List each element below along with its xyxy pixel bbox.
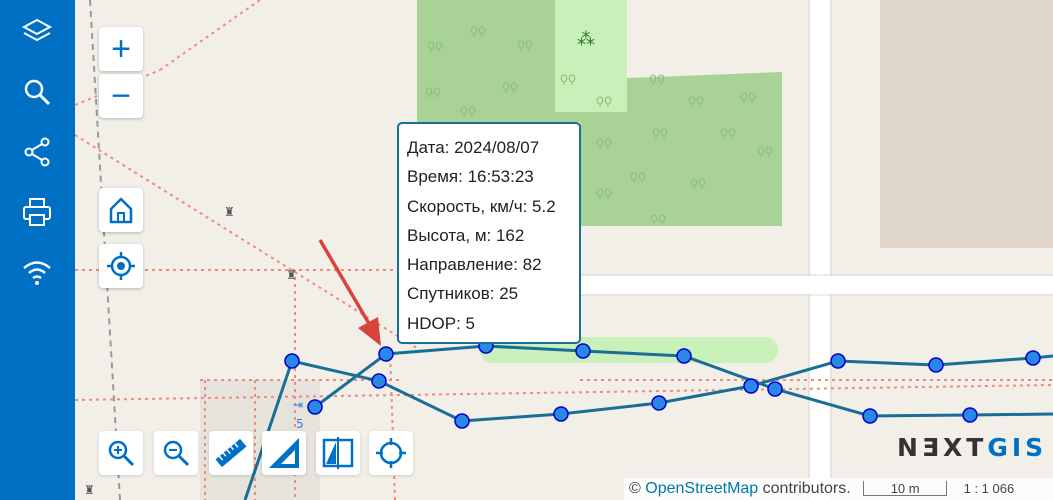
zoom-out-label: − [111,77,131,115]
layers-button[interactable] [12,12,62,52]
ruler-icon [215,438,247,468]
search-button[interactable] [12,72,62,112]
track-point[interactable] [830,353,846,369]
layers-icon [21,18,53,42]
svg-text:ϙϙ: ϙϙ [757,143,773,158]
track-point[interactable] [651,395,667,411]
track-point-selected[interactable] [378,346,394,362]
copyright-symbol: © [629,480,641,497]
share-button[interactable] [12,132,62,172]
logo-accent: GIS [987,433,1048,462]
nextgis-logo: NƎXTGIS [897,433,1047,462]
track-point[interactable] [371,373,387,389]
track-point-popup: Дата: 2024/08/07 Время: 16:53:23 Скорост… [397,122,581,344]
track-point[interactable] [928,357,944,373]
openstreetmap-link[interactable]: OpenStreetMap [645,480,758,497]
road-horizontal [580,276,1053,294]
track-point[interactable] [1025,350,1041,366]
track-point[interactable] [454,413,470,429]
svg-text:ϙϙ: ϙϙ [740,89,756,104]
zoom-in-button[interactable]: + [99,27,143,71]
entrance-icon: ⇥ [293,398,303,412]
sidebar [0,0,75,500]
svg-text:ϙϙ: ϙϙ [596,93,612,108]
track-point[interactable] [962,407,978,423]
zoom-in-box-tool[interactable] [99,431,143,475]
svg-text:ϙϙ: ϙϙ [460,103,476,118]
zoom-in-label: + [111,30,131,68]
zoom-out-magnifier-icon [163,440,190,467]
svg-text:ϙϙ: ϙϙ [650,211,666,226]
waste-basket-icon: ♜ [224,205,235,219]
popup-satellites: Спутников: 25 [407,284,519,304]
split-compare-icon [322,437,354,469]
track-point[interactable] [676,348,692,364]
house-number-label: 5 [296,417,304,431]
track-point[interactable] [575,343,591,359]
svg-text:ϙϙ: ϙϙ [690,175,706,190]
zoom-out-box-tool[interactable] [154,431,198,475]
track-point[interactable] [553,406,569,422]
track-point[interactable] [284,353,300,369]
svg-text:ϙϙ: ϙϙ [596,185,612,200]
waste-basket-icon: ♜ [84,483,95,497]
park-area-light [555,0,627,112]
svg-text:ϙϙ: ϙϙ [425,84,441,99]
home-button[interactable] [99,188,143,232]
wifi-icon [23,261,51,285]
zoom-in-magnifier-icon [108,440,135,467]
swipe-compare-tool[interactable] [316,431,360,475]
popup-hdop: HDOP: 5 [407,313,476,333]
svg-text:ϙϙ: ϙϙ [470,23,486,38]
track-point[interactable] [307,399,323,415]
popup-time: Время: 16:53:23 [407,167,534,187]
waste-basket-icon: ♜ [286,268,297,282]
identify-location-tool[interactable] [369,431,413,475]
svg-text:ϙϙ: ϙϙ [596,135,612,150]
print-button[interactable] [12,192,62,232]
print-icon [23,198,51,226]
geolocation-stream-button[interactable] [12,252,62,292]
svg-text:ϙϙ: ϙϙ [649,71,665,86]
popup-speed: Скорость, км/ч: 5.2 [407,196,556,216]
playground-icon: ⁂ [577,29,595,50]
measure-area-tool[interactable] [262,431,306,475]
logo-main: NƎXT [897,433,988,462]
popup-altitude: Высота, м: 162 [407,225,525,245]
svg-text:ϙϙ: ϙϙ [502,79,518,94]
svg-text:ϙϙ: ϙϙ [517,37,533,52]
svg-text:ϙϙ: ϙϙ [652,125,668,140]
svg-text:ϙϙ: ϙϙ [427,38,443,53]
scale-ratio: 1 : 1 066 [963,481,1015,496]
svg-text:ϙϙ: ϙϙ [720,125,736,140]
search-icon [24,79,51,106]
track-point[interactable] [743,378,759,394]
svg-text:ϙϙ: ϙϙ [630,169,646,184]
triangle-ruler-icon [269,438,299,468]
scale-line: 10 m [863,481,948,497]
crosshair-icon [376,438,406,468]
popup-date: Дата: 2024/08/07 [407,138,540,157]
locate-me-button[interactable] [99,244,143,288]
share-icon [24,137,50,167]
track-point[interactable] [767,381,783,397]
attribution-suffix: contributors. [762,480,851,497]
home-icon [109,197,133,224]
road-vertical [810,0,830,500]
attribution-bar: © OpenStreetMap contributors. 10 m 1 : 1… [624,478,1053,500]
svg-text:ϙϙ: ϙϙ [688,93,704,108]
building [880,0,1053,248]
zoom-out-button[interactable]: − [99,74,143,118]
measure-distance-tool[interactable] [209,431,253,475]
locate-icon [107,252,135,280]
track-point[interactable] [862,408,878,424]
popup-heading: Направление: 82 [407,255,542,275]
svg-text:ϙϙ: ϙϙ [560,71,576,86]
